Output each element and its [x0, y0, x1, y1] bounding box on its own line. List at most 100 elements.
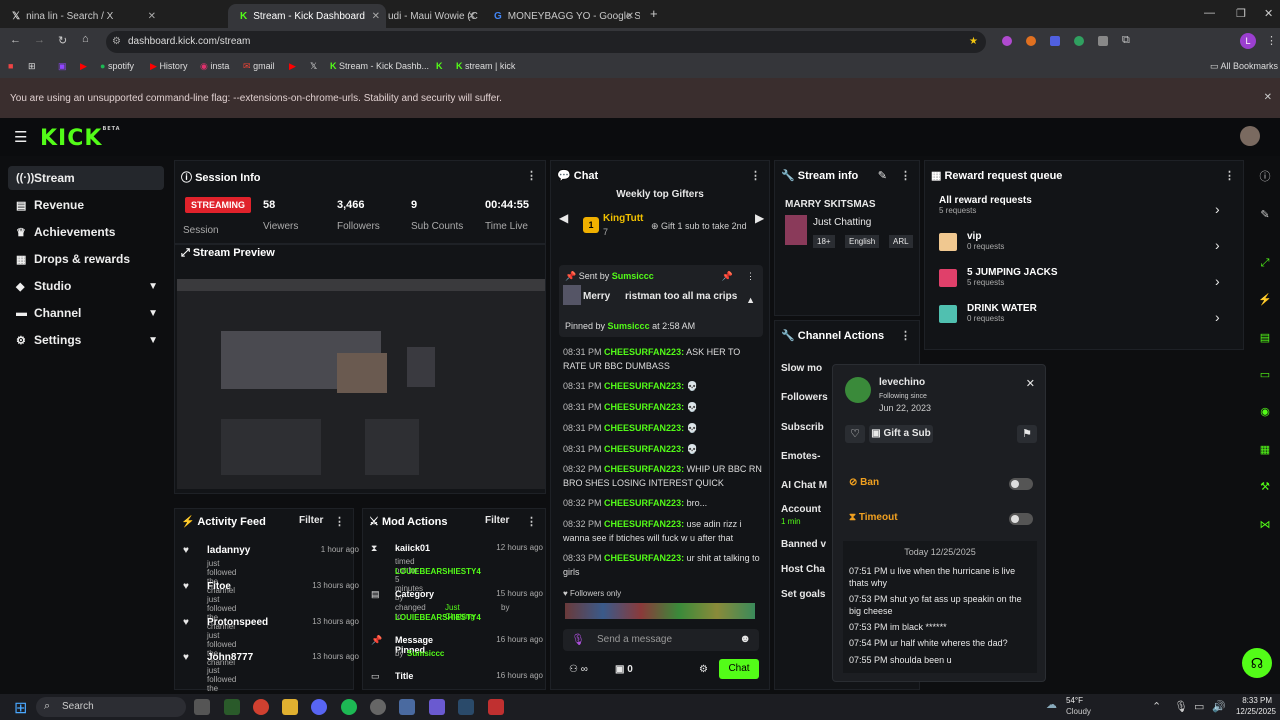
pencil-icon[interactable]: ✎ — [878, 169, 887, 182]
chevron-right-icon[interactable]: › — [1215, 237, 1220, 253]
browser-tab[interactable]: 𝕏nina lin - Search / X ✕ — [0, 4, 162, 28]
emoji-icon[interactable]: ☻ — [739, 633, 751, 645]
forward-icon[interactable]: → — [34, 34, 45, 46]
close-icon[interactable]: ✕ — [468, 11, 476, 22]
youtube-icon[interactable]: ▶ — [289, 61, 296, 72]
gifter-name[interactable]: KingTutt — [603, 213, 643, 224]
channel-action[interactable]: Banned v — [781, 539, 826, 550]
reward-item[interactable]: All reward requests 5 requests — [939, 195, 1032, 215]
puzzle-icon[interactable]: ⧉ — [1122, 34, 1130, 47]
timeout-toggle[interactable] — [1009, 513, 1033, 525]
pin-icon[interactable]: 📌 — [722, 271, 733, 282]
sidebar-item-studio[interactable]: ◆ Studio ▼ — [8, 274, 164, 298]
more-options-icon[interactable]: ⋮ — [750, 169, 761, 182]
list-icon[interactable]: ▤ — [1254, 327, 1276, 349]
folder-icon[interactable] — [282, 699, 298, 715]
gift-sub-button[interactable]: ▣ Gift a Sub — [869, 425, 933, 443]
all-bookmarks[interactable]: ▭ All Bookmarks — [1210, 61, 1278, 72]
sidebar-item-drops[interactable]: ▦ Drops & rewards — [8, 247, 164, 271]
support-icon[interactable]: ☊ — [1242, 648, 1272, 678]
close-icon[interactable]: ✕ — [626, 11, 634, 22]
site-info-icon[interactable]: ⚙ — [112, 31, 121, 53]
app-icon[interactable] — [370, 699, 386, 715]
youtube-icon[interactable]: ▶ — [80, 61, 87, 72]
more-options-icon[interactable]: ⋮ — [526, 515, 537, 528]
wrench-icon[interactable]: ⚒ — [1254, 476, 1276, 498]
windows-start-icon[interactable]: ⊞ — [14, 698, 27, 718]
close-window-button[interactable]: ✕ — [1264, 7, 1273, 20]
gear-icon[interactable]: ⚙ — [699, 664, 708, 675]
kick-icon[interactable]: K — [436, 61, 443, 71]
url-field[interactable]: ⚙ dashboard.kick.com/stream ★ — [106, 31, 986, 53]
reload-icon[interactable]: ↻ — [58, 34, 67, 47]
hamburger-menu-icon[interactable]: ☰ — [14, 128, 27, 146]
bookmark-spotify[interactable]: ● spotify — [100, 61, 134, 71]
channel-action[interactable]: Emotes- — [781, 451, 820, 462]
more-options-icon[interactable]: ⋮ — [746, 271, 755, 282]
profile-avatar[interactable]: L — [1240, 33, 1256, 49]
chevron-up-icon[interactable]: ▲ — [746, 295, 755, 305]
reward-item[interactable]: vip 0 requests — [967, 231, 1004, 251]
channel-action[interactable]: Subscrib — [781, 422, 824, 433]
channel-action[interactable]: Set goals — [781, 589, 825, 600]
chevron-left-icon[interactable]: ◀ — [559, 211, 568, 225]
more-options-icon[interactable]: ⋮ — [900, 329, 911, 342]
mod-icon[interactable]: ⚑ — [1017, 425, 1037, 443]
bookmark-gmail[interactable]: ✉ gmail — [243, 61, 275, 72]
close-icon[interactable]: ✕ — [1264, 92, 1272, 103]
minimize-button[interactable]: — — [1204, 7, 1215, 19]
more-options-icon[interactable]: ⋮ — [900, 169, 911, 182]
close-icon[interactable]: ✕ — [1026, 377, 1035, 390]
more-options-icon[interactable]: ⋮ — [526, 169, 537, 182]
bookmark-stream-kick[interactable]: K Stream - Kick Dashb... — [330, 61, 429, 71]
filter-button[interactable]: Filter — [299, 515, 323, 526]
new-tab-button[interactable]: + — [650, 6, 658, 21]
mic-icon[interactable]: 🎙 — [571, 633, 585, 646]
browser-tab[interactable]: udi - Maui Wowie (C ✕ — [386, 4, 482, 28]
chevron-right-icon[interactable]: › — [1215, 201, 1220, 217]
close-icon[interactable]: ✕ — [372, 11, 380, 22]
twitch-icon[interactable]: ▣ — [58, 61, 67, 72]
discord-icon[interactable] — [311, 699, 327, 715]
chevron-right-icon[interactable]: ▶ — [755, 211, 764, 225]
extension-icon[interactable] — [1002, 36, 1012, 46]
channel-action[interactable]: Account — [781, 504, 821, 515]
sidebar-item-stream[interactable]: ((·)) Stream — [8, 166, 164, 190]
message-input[interactable]: 🎙 Send a message ☻ — [563, 629, 759, 651]
kick-logo[interactable]: KICKBETA — [40, 126, 121, 151]
chevron-right-icon[interactable]: › — [1215, 273, 1220, 289]
sidebar-item-achievements[interactable]: ♛ Achievements — [8, 220, 164, 244]
expand-icon[interactable]: ⤢ — [1254, 252, 1276, 274]
app-icon[interactable] — [488, 699, 504, 715]
volume-icon[interactable]: 🔊 — [1212, 700, 1226, 713]
x-icon[interactable]: 𝕏 — [310, 61, 317, 72]
filter-button[interactable]: Filter — [485, 515, 509, 526]
back-icon[interactable]: ← — [10, 34, 21, 46]
emote-bar[interactable] — [565, 603, 755, 619]
star-icon[interactable]: ★ — [969, 31, 978, 53]
steam-icon[interactable] — [458, 699, 474, 715]
bookmark-insta[interactable]: ◉ insta — [200, 61, 229, 72]
home-icon[interactable]: ⌂ — [82, 33, 89, 45]
sidebar-item-channel[interactable]: ▬ Channel ▼ — [8, 301, 164, 325]
browser-tab-active[interactable]: K Stream - Kick Dashboard ✕ — [228, 4, 386, 28]
user-avatar[interactable] — [1240, 126, 1260, 146]
pencil-icon[interactable]: ✎ — [1254, 204, 1276, 226]
extension-icon[interactable] — [1074, 36, 1084, 46]
display-icon[interactable]: ▭ — [1194, 700, 1204, 713]
app-icon[interactable] — [429, 699, 445, 715]
app-icon[interactable] — [224, 699, 240, 715]
settings-icon[interactable] — [399, 699, 415, 715]
extension-icon[interactable] — [1098, 36, 1108, 46]
chat-icon[interactable]: ▭ — [1254, 364, 1276, 386]
extension-icon[interactable] — [1026, 36, 1036, 46]
sidebar-item-revenue[interactable]: ▤ Revenue — [8, 193, 164, 217]
heart-icon[interactable]: ♡ — [845, 425, 865, 443]
actions-icon[interactable]: ▦ — [1254, 439, 1276, 461]
bolt-icon[interactable]: ⚡ — [1254, 289, 1276, 311]
maximize-button[interactable]: ❐ — [1236, 7, 1246, 20]
reward-item[interactable]: DRINK WATER 0 requests — [967, 303, 1037, 323]
broadcast-icon[interactable]: ◉ — [1254, 401, 1276, 423]
mic-icon[interactable]: 🎙 — [1174, 700, 1188, 713]
stream-preview-video[interactable] — [177, 279, 545, 489]
